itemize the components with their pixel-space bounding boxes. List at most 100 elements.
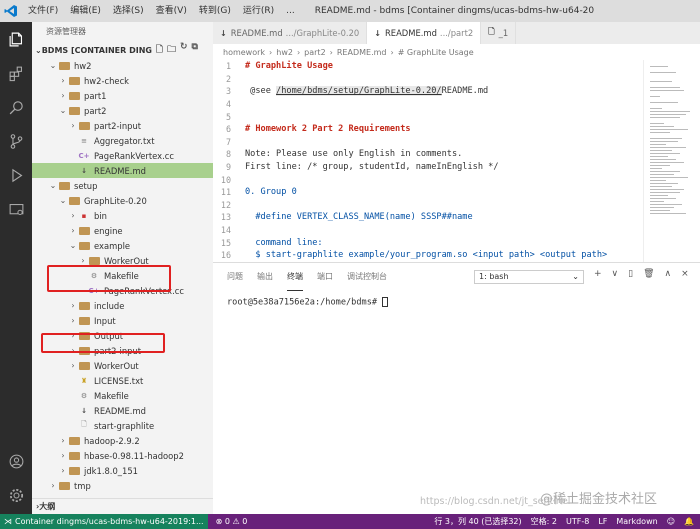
tree-item[interactable]: ⌄ GraphLite-0.20 <box>32 193 213 208</box>
remote-indicator[interactable]: ⋊ Container dingms/ucas-bdms-hw-u64-2019… <box>0 514 208 529</box>
tab-readme-part2[interactable]: ↓ README.md .../part2 <box>367 22 482 44</box>
tree-item[interactable]: › tmp <box>32 478 213 493</box>
workspace-header[interactable]: ⌄ BDMS [CONTAINER DINGM... 🗋 🗀 ↻ ⧉ <box>32 42 213 58</box>
encoding[interactable]: UTF-8 <box>566 517 589 526</box>
tab-untitled[interactable]: 🗋 _1 <box>481 22 517 44</box>
tree-item[interactable]: › hbase-0.98.11-hadoop2 <box>32 448 213 463</box>
menu-more[interactable]: ... <box>280 0 301 22</box>
tree-item-label: hw2-check <box>84 75 130 86</box>
terminal-select[interactable]: 1: bash ⌄ <box>474 270 584 284</box>
new-file-icon[interactable]: 🗋 <box>156 42 163 58</box>
breadcrumb-item[interactable]: # GraphLite Usage <box>398 48 474 57</box>
feedback-icon[interactable]: ☺ <box>667 517 675 526</box>
breadcrumb-item[interactable]: hw2 <box>276 48 293 57</box>
tree-item[interactable]: › WorkerOut <box>32 358 213 373</box>
collapse-all-icon[interactable]: ⧉ <box>192 42 198 58</box>
source-control-icon[interactable] <box>0 124 32 158</box>
tree-item[interactable]: › engine <box>32 223 213 238</box>
tree-item[interactable]: › include <box>32 298 213 313</box>
menu-edit[interactable]: 编辑(E) <box>64 0 107 22</box>
tree-item[interactable]: › part2-input <box>32 118 213 133</box>
folder-icon <box>68 106 80 116</box>
code-editor[interactable]: 1 # GraphLite Usage 2 3 @see /home/bdms/s… <box>213 60 643 262</box>
tree-item[interactable]: ↓ README.md <box>32 163 213 178</box>
extensions-icon[interactable] <box>0 56 32 90</box>
notifications-icon[interactable]: 🔔 <box>684 517 694 526</box>
cursor-position[interactable]: 行 3，列 40 (已选择32) <box>434 516 521 527</box>
chevron-right-icon: › <box>61 466 65 475</box>
tab-readme-graphlite[interactable]: ↓ README.md .../GraphLite-0.20 <box>213 22 368 44</box>
new-folder-icon[interactable]: 🗀 <box>167 42 176 58</box>
kill-terminal-icon[interactable]: 🗑 <box>643 269 654 279</box>
close-panel-icon[interactable]: × <box>681 269 689 279</box>
tab-debug-console[interactable]: 调试控制台 <box>347 263 387 291</box>
folder-shape <box>78 301 90 310</box>
tree-item-label: part1 <box>84 90 107 101</box>
run-debug-icon[interactable] <box>0 158 32 192</box>
tab-terminal[interactable]: 终端 <box>287 263 303 291</box>
folder-icon <box>58 61 70 71</box>
outline-section[interactable]: › 大纲 <box>32 498 213 514</box>
selected-path-text: /home/bdms/setup/GraphLite-0.20/ <box>276 86 442 97</box>
search-icon[interactable] <box>0 90 32 124</box>
tree-item[interactable]: › hadoop-2.9.2 <box>32 433 213 448</box>
refresh-icon[interactable]: ↻ <box>180 42 188 58</box>
breadcrumb-item[interactable]: README.md <box>337 48 387 57</box>
remote-explorer-icon[interactable] <box>0 192 32 226</box>
tree-item[interactable]: ⚙ Makefile <box>32 388 213 403</box>
menu-go[interactable]: 转到(G) <box>193 0 237 22</box>
tree-item-label: README.md <box>94 165 146 176</box>
terminal-prompt: root@5e38a7156e2a:/home/bdms# <box>227 297 383 308</box>
minimap-line <box>650 210 670 211</box>
settings-gear-icon[interactable] <box>0 478 32 512</box>
new-terminal-icon[interactable]: + <box>594 269 602 279</box>
maximize-panel-icon[interactable]: ∧ <box>665 269 672 279</box>
tree-item[interactable]: C+ PageRankVertex.cc <box>32 148 213 163</box>
menu-run[interactable]: 运行(R) <box>237 0 280 22</box>
account-icon[interactable] <box>0 444 32 478</box>
menu-file[interactable]: 文件(F) <box>22 0 64 22</box>
minimap-line <box>650 171 680 172</box>
breadcrumb-item[interactable]: part2 <box>304 48 326 57</box>
menu-view[interactable]: 查看(V) <box>150 0 193 22</box>
tree-item[interactable]: ⌄ setup <box>32 178 213 193</box>
tab-problems[interactable]: 问题 <box>227 263 243 291</box>
split-terminal-icon[interactable]: ▯ <box>628 269 633 279</box>
tree-item[interactable]: ⌄ hw2 <box>32 58 213 73</box>
tree-item-label: tmp <box>74 480 91 491</box>
folder-shape <box>68 451 80 460</box>
language-mode[interactable]: Markdown <box>616 517 657 526</box>
minimap-line <box>650 96 660 97</box>
explorer-icon[interactable] <box>0 22 32 56</box>
window-title: README.md - bdms [Container dingms/ucas-… <box>314 6 595 16</box>
menu-selection[interactable]: 选择(S) <box>107 0 150 22</box>
chevron-right-icon: › <box>71 301 75 310</box>
terminal-output[interactable]: root@5e38a7156e2a:/home/bdms# <box>213 291 700 308</box>
menu-bar: 文件(F) 编辑(E) 选择(S) 查看(V) 转到(G) 运行(R) ... <box>22 0 301 22</box>
tab-output[interactable]: 输出 <box>257 263 273 291</box>
tree-item[interactable]: ♜ LICENSE.txt <box>32 373 213 388</box>
problems-count[interactable]: ⊗ 0 ⚠ 0 <box>216 517 248 526</box>
tree-item[interactable]: › jdk1.8.0_151 <box>32 463 213 478</box>
tree-item[interactable]: 🗋 start-graphlite <box>32 418 213 433</box>
tree-item[interactable]: › part1 <box>32 88 213 103</box>
terminal-dropdown-icon[interactable]: ∨ <box>612 269 619 279</box>
minimap-line <box>650 132 670 133</box>
chevron-down-icon: ⌄ <box>572 272 579 281</box>
line-number: 16 <box>220 250 231 261</box>
minimap[interactable] <box>643 60 700 262</box>
tree-item[interactable]: ↓ README.md <box>32 403 213 418</box>
breadcrumb-item[interactable]: homework <box>223 48 265 57</box>
tree-item[interactable]: ⌄ part2 <box>32 103 213 118</box>
folder-shape <box>68 466 80 475</box>
line-number: 12 <box>220 199 231 210</box>
tree-item[interactable]: › ▪ bin <box>32 208 213 223</box>
tab-ports[interactable]: 端口 <box>317 263 333 291</box>
tree-item[interactable]: ≡ Aggregator.txt <box>32 133 213 148</box>
line-ending[interactable]: LF <box>598 517 607 526</box>
tree-item[interactable]: › Input <box>32 313 213 328</box>
indentation[interactable]: 空格: 2 <box>531 516 557 527</box>
tree-item[interactable]: › hw2-check <box>32 73 213 88</box>
tree-item[interactable]: ⌄ example <box>32 238 213 253</box>
chevron-right-icon: › <box>71 316 75 325</box>
